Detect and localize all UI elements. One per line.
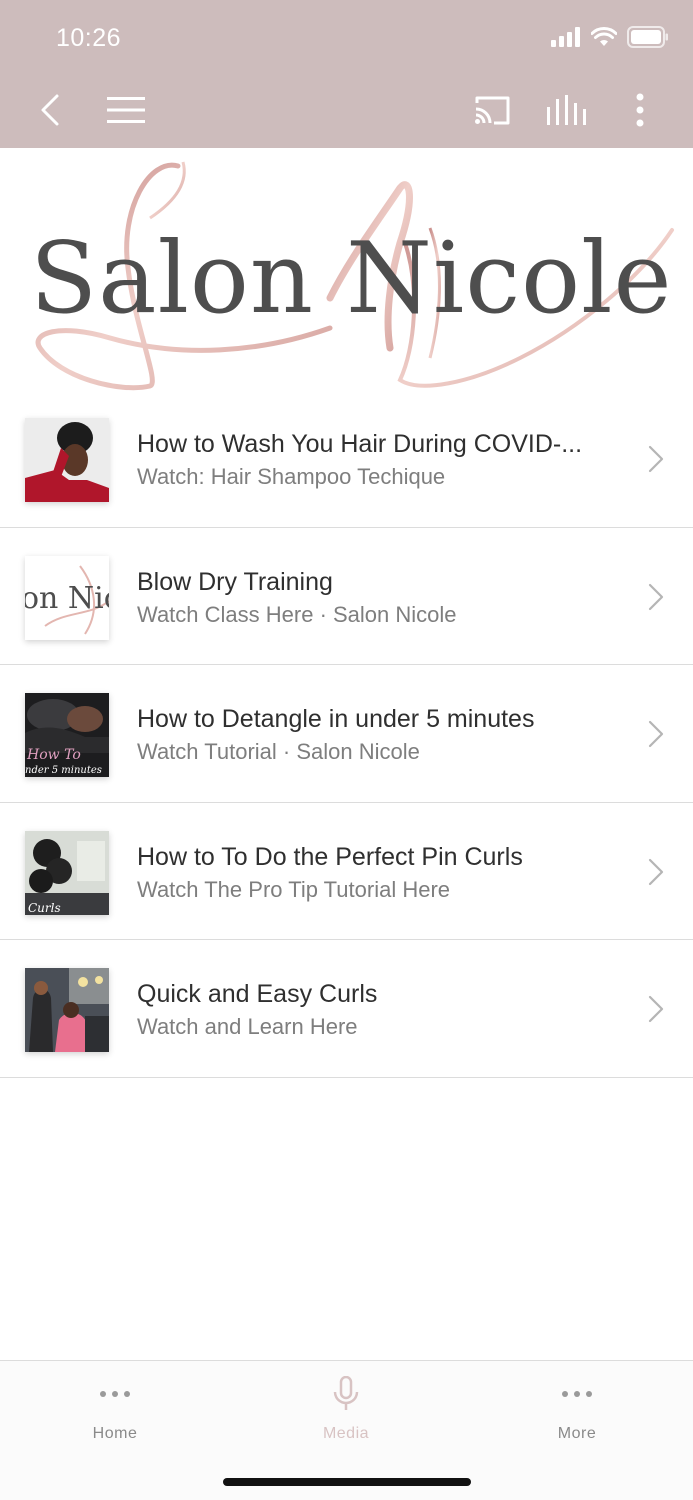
more-vertical-icon [636,93,644,127]
audio-button[interactable] [542,86,590,134]
back-button[interactable] [26,86,74,134]
dots-icon [507,1377,647,1411]
item-subtitle: Watch and Learn Here [137,1014,358,1039]
thumb-overlay-text: How To [26,747,81,763]
chevron-right-icon [648,720,664,748]
tab-more[interactable]: More [507,1377,647,1447]
list-item[interactable]: How to Wash You Hair During COVID-... Wa… [0,390,693,528]
dots-icon [45,1377,185,1411]
battery-icon [627,25,669,53]
tab-label: Media [322,1425,370,1442]
audio-equalizer-icon [547,95,586,125]
thumb-logo-text: on Nic [25,581,109,616]
chevron-right-icon [648,445,664,473]
signal-icon [551,26,581,52]
video-thumbnail [25,418,109,502]
chevron-right-icon [648,858,664,885]
list-item[interactable]: Quick and Easy Curls Watch and Learn Her… [0,940,693,1078]
item-subtitle: Watch Tutorial · Salon Nicole [137,739,420,764]
salon-title: Salon Nicole [30,222,673,336]
salon-banner: Salon Nicole [0,148,693,408]
thumb-overlay-text: Curls [28,901,61,915]
video-thumbnail: Curls [25,830,109,915]
chevron-right-icon [648,583,664,610]
menu-button[interactable] [102,86,150,134]
video-thumbnail [25,968,109,1052]
status-icons [541,25,669,53]
item-title: How to Detangle in under 5 minutes [137,705,535,733]
video-list: How to Wash You Hair During COVID-... Wa… [0,390,693,1078]
back-arrow-icon [41,94,59,126]
more-options-button[interactable] [616,86,664,134]
video-thumbnail: on Nic [25,555,109,640]
hamburger-menu-icon [107,97,145,123]
thumb-overlay-subtext: nder 5 minutes [25,765,102,776]
list-item[interactable]: How To nder 5 minutes How to Detangle in… [0,665,693,803]
tab-media[interactable]: Media [276,1376,416,1447]
cast-button[interactable] [468,86,516,134]
tab-home[interactable]: Home [45,1377,185,1447]
item-title: Blow Dry Training [137,567,333,596]
item-subtitle: Watch The Pro Tip Tutorial Here [137,876,451,902]
item-title: Quick and Easy Curls [137,980,378,1008]
cast-icon [475,96,510,125]
item-title: How to To Do the Perfect Pin Curls [137,842,523,871]
app-header: 10:26 [0,0,693,148]
status-time: 10:26 [56,24,122,52]
home-indicator [223,1478,471,1486]
item-subtitle: Watch Class Here · Salon Nicole [137,601,457,627]
item-title: How to Wash You Hair During COVID-... [137,430,583,458]
wifi-icon [590,26,618,52]
chevron-right-icon [648,995,664,1023]
microphone-icon [276,1376,416,1411]
tab-label: Home [92,1425,138,1442]
list-item[interactable]: on Nic Blow Dry Training Watch Class Her… [0,528,693,665]
tab-label: More [557,1425,597,1442]
item-subtitle: Watch: Hair Shampoo Techique [137,464,446,489]
list-item[interactable]: Curls How to To Do the Perfect Pin Curls… [0,803,693,940]
video-thumbnail: How To nder 5 minutes [25,693,109,777]
